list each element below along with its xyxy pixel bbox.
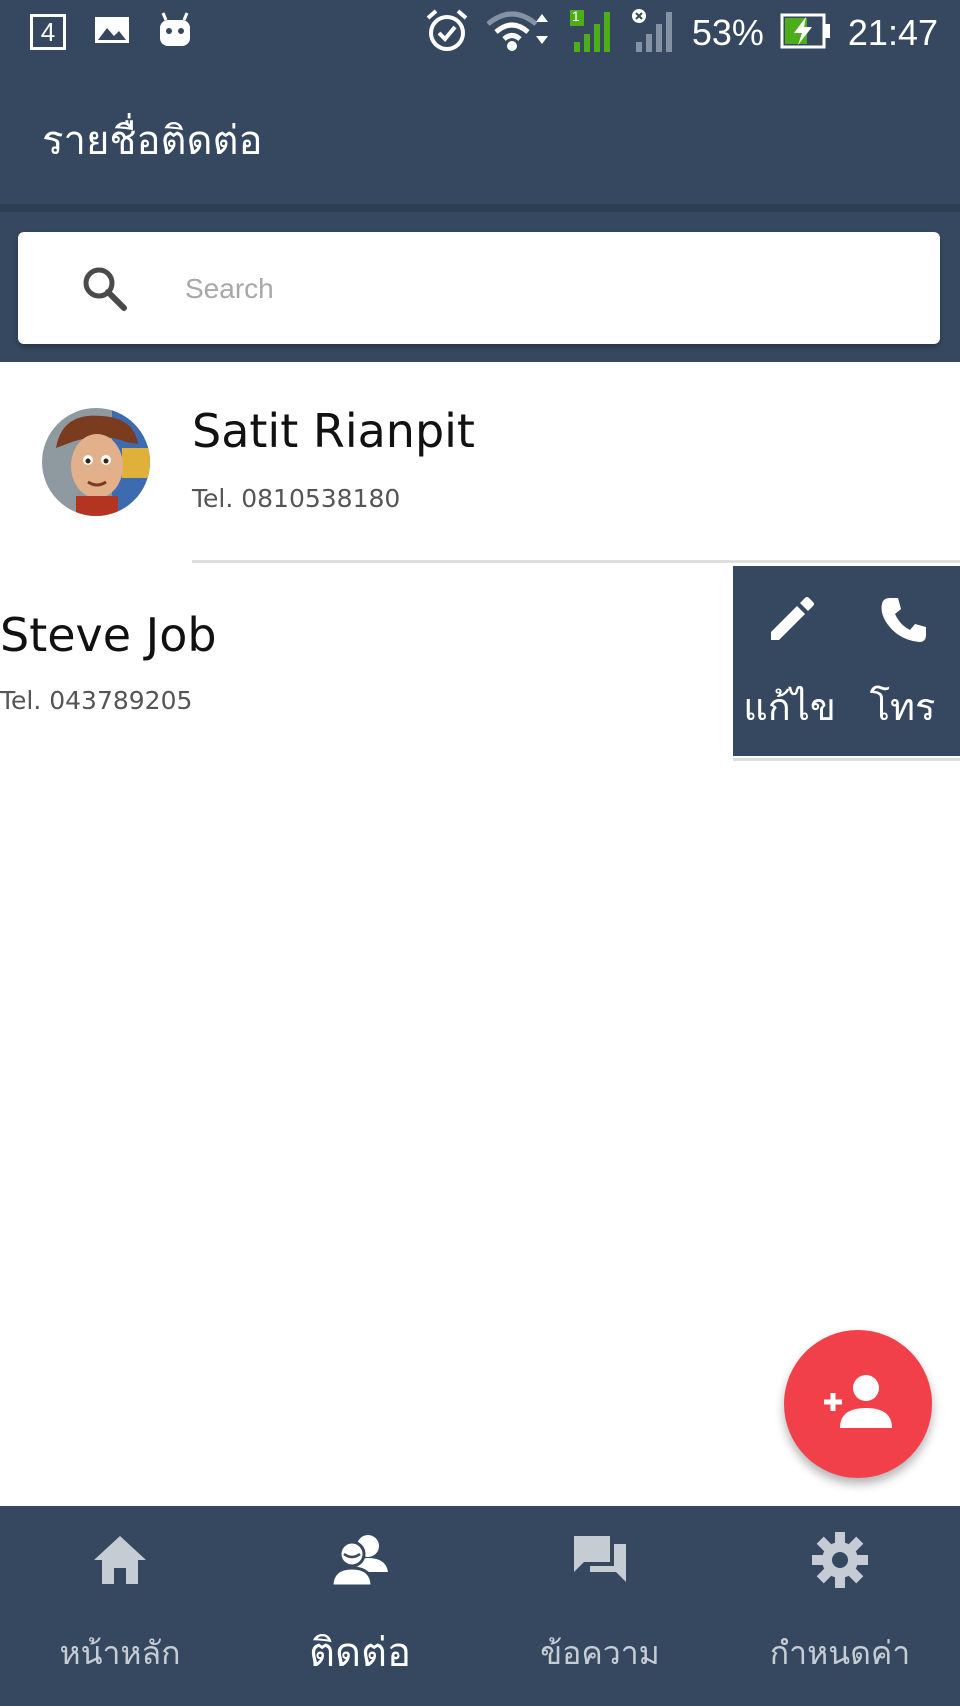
status-bar: 4 1 53% 21:47 [0, 0, 960, 68]
status-bar-right: 1 53% 21:47 [424, 8, 938, 58]
alarm-icon [424, 8, 470, 58]
nav-label: กำหนดค่า [769, 1634, 911, 1672]
sim-indicator: 1 [571, 8, 580, 24]
battery-percent: 53% [691, 12, 764, 53]
pencil-icon [763, 592, 819, 648]
nav-item-messages[interactable]: ข้อความ [480, 1506, 720, 1706]
contact-phone: Tel. 043789205 [0, 686, 193, 715]
contacts-icon [330, 1530, 390, 1590]
avatar [42, 408, 150, 516]
app-bar: รายชื่อติดต่อ [0, 68, 960, 212]
bottom-nav: หน้าหลัก ติดต่อ ข้อความ กำหนดค่า [0, 1506, 960, 1706]
edit-button[interactable]: แก้ไข [733, 566, 846, 756]
nav-item-contacts[interactable]: ติดต่อ [240, 1506, 480, 1706]
clock: 21:47 [847, 12, 938, 53]
edit-label: แก้ไข [743, 685, 836, 729]
add-person-icon [824, 1375, 892, 1428]
search-icon [80, 264, 130, 314]
swipe-actions-panel: แก้ไข โทร [733, 566, 960, 756]
contact-name: Steve Job [0, 608, 217, 662]
app-bar-shadow [0, 204, 960, 212]
call-label: โทร [869, 685, 936, 729]
signal-sim1-icon: 1 [568, 8, 614, 58]
home-icon [90, 1530, 150, 1590]
add-contact-button[interactable] [784, 1330, 932, 1478]
wifi-icon [486, 8, 552, 58]
notification-count-badge: 4 [30, 14, 66, 50]
call-button[interactable]: โทร [846, 566, 959, 756]
search-box[interactable] [18, 232, 940, 344]
contact-phone: Tel. 0810538180 [192, 484, 401, 513]
gallery-icon [94, 16, 130, 48]
search-container [0, 212, 960, 362]
contact-row-swiped[interactable]: Steve Job Tel. 043789205 [0, 562, 768, 762]
battery-charging-icon [780, 13, 832, 53]
signal-sim2-icon [630, 8, 676, 58]
nav-item-home[interactable]: หน้าหลัก [0, 1506, 240, 1706]
divider [733, 758, 960, 761]
android-icon [158, 12, 192, 52]
nav-label: ข้อความ [540, 1634, 660, 1672]
nav-label: ติดต่อ [309, 1630, 411, 1676]
phone-icon [876, 592, 932, 648]
page-title: รายชื่อติดต่อ [42, 118, 263, 164]
nav-item-settings[interactable]: กำหนดค่า [720, 1506, 960, 1706]
gear-icon [810, 1530, 870, 1590]
status-bar-left: 4 [30, 12, 192, 52]
chat-icon [570, 1530, 630, 1590]
nav-label: หน้าหลัก [59, 1634, 181, 1672]
search-input[interactable] [183, 258, 907, 320]
contact-name: Satit Rianpit [192, 404, 475, 458]
contact-row[interactable]: Satit Rianpit Tel. 0810538180 [0, 362, 960, 562]
